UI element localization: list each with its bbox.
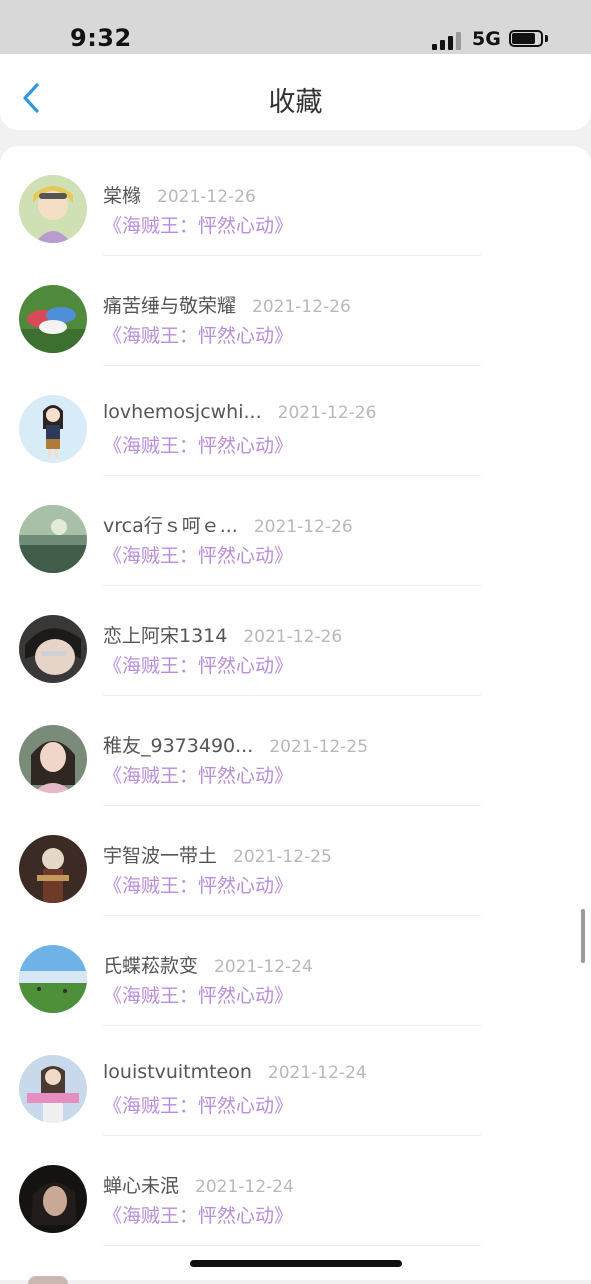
misty-landscape-avatar-icon[interactable] <box>19 505 87 573</box>
favorite-username: 棠橼 2021-12-26 <box>103 185 256 207</box>
favorite-username: louistvuitmteon 2021-12-24 <box>103 1061 367 1083</box>
favorite-username: 恋上阿宋1314 2021-12-26 <box>103 625 343 647</box>
favorite-date: 2021-12-26 <box>243 627 343 647</box>
favorite-username: 蝉心未泯 2021-12-24 <box>103 1175 294 1197</box>
favorite-date: 2021-12-26 <box>252 297 351 317</box>
favorite-date: 2021-12-26 <box>157 187 256 207</box>
favorite-date: 2021-12-24 <box>195 1177 294 1197</box>
navigation-bar: 收藏 <box>0 54 591 130</box>
favorite-title[interactable]: 《海贼王：怦然心动》 <box>103 321 293 348</box>
favorites-list: 棠橼 2021-12-26 《海贼王：怦然心动》 痛苦缍与敬荣耀 2021-12-2… <box>0 146 591 1280</box>
favorite-date: 2021-12-25 <box>233 847 332 867</box>
network-label: 5G <box>472 28 501 50</box>
favorite-title[interactable]: 《海贼王：怦然心动》 <box>103 431 293 458</box>
favorite-date: 2021-12-24 <box>267 1063 367 1083</box>
favorite-date: 2021-12-26 <box>277 403 377 423</box>
portrait-avatar-icon[interactable] <box>19 725 87 793</box>
favorite-title[interactable]: 《海贼王：怦然心动》 <box>103 1091 293 1118</box>
favorite-title[interactable]: 《海贼王：怦然心动》 <box>103 541 293 568</box>
anime-girl-avatar-icon[interactable] <box>19 175 87 243</box>
colorful-girl-avatar-icon[interactable] <box>19 1055 87 1123</box>
dark-portrait-avatar-icon[interactable] <box>19 1165 87 1233</box>
favorite-item[interactable]: 稚友_9373490... 2021-12-25 《海贼王：怦然心动》 <box>0 696 591 806</box>
favorite-username: 痛苦缍与敬荣耀 2021-12-26 <box>103 295 351 317</box>
favorite-item[interactable]: 恋上阿宋1314 2021-12-26 《海贼王：怦然心动》 <box>0 586 591 696</box>
favorite-title[interactable]: 《海贼王：怦然心动》 <box>103 871 293 898</box>
status-bar: 9:32 5G <box>0 0 591 56</box>
favorite-title[interactable]: 《海贼王：怦然心动》 <box>103 211 293 238</box>
favorite-date: 2021-12-24 <box>214 957 313 977</box>
battery-icon <box>509 30 551 50</box>
favorite-title[interactable]: 《海贼王：怦然心动》 <box>103 1201 293 1228</box>
favorite-item[interactable]: 棠橼 2021-12-26 《海贼王：怦然心动》 <box>0 146 591 256</box>
favorite-title[interactable]: 《海贼王：怦然心动》 <box>103 981 293 1008</box>
favorite-date: 2021-12-26 <box>253 517 353 537</box>
scrollbar[interactable] <box>581 909 585 963</box>
favorite-username: vrca行ｓ呵ｅ... 2021-12-26 <box>103 515 353 537</box>
favorite-title[interactable]: 《海贼王：怦然心动》 <box>103 651 293 678</box>
anime-character-avatar-icon[interactable] <box>19 835 87 903</box>
favorite-username: 稚友_9373490... 2021-12-25 <box>103 735 369 757</box>
partial-avatar <box>28 1276 68 1284</box>
sky-meadow-avatar-icon[interactable] <box>19 945 87 1013</box>
favorite-item[interactable]: 蝉心未泯 2021-12-24 《海贼王：怦然心动》 <box>0 1136 591 1246</box>
favorite-item[interactable]: lovhemosjcwhi... 2021-12-26 《海贼王：怦然心动》 <box>0 366 591 476</box>
colorful-hats-avatar-icon[interactable] <box>19 285 87 353</box>
favorite-username: lovhemosjcwhi... 2021-12-26 <box>103 401 377 423</box>
status-time: 9:32 <box>70 24 132 52</box>
cartoon-girl-avatar-icon[interactable] <box>19 395 87 463</box>
favorite-item[interactable]: vrca行ｓ呵ｅ... 2021-12-26 《海贼王：怦然心动》 <box>0 476 591 586</box>
page-title: 收藏 <box>268 87 323 118</box>
divider <box>103 1245 481 1246</box>
signal-icon <box>432 30 462 50</box>
favorite-item[interactable]: 氏蝶菘款变 2021-12-24 《海贼王：怦然心动》 <box>0 916 591 1026</box>
favorite-date: 2021-12-25 <box>269 737 369 757</box>
favorite-item[interactable]: 痛苦缍与敬荣耀 2021-12-26 《海贼王：怦然心动》 <box>0 256 591 366</box>
favorite-title[interactable]: 《海贼王：怦然心动》 <box>103 761 293 788</box>
favorite-item[interactable]: louistvuitmteon 2021-12-24 《海贼王：怦然心动》 <box>0 1026 591 1136</box>
favorite-username: 宇智波一带土 2021-12-25 <box>103 845 332 867</box>
favorite-username: 氏蝶菘款变 2021-12-24 <box>103 955 313 977</box>
portrait-avatar-icon[interactable] <box>19 615 87 683</box>
favorite-item[interactable]: 宇智波一带土 2021-12-25 《海贼王：怦然心动》 <box>0 806 591 916</box>
home-indicator[interactable] <box>190 1260 402 1267</box>
